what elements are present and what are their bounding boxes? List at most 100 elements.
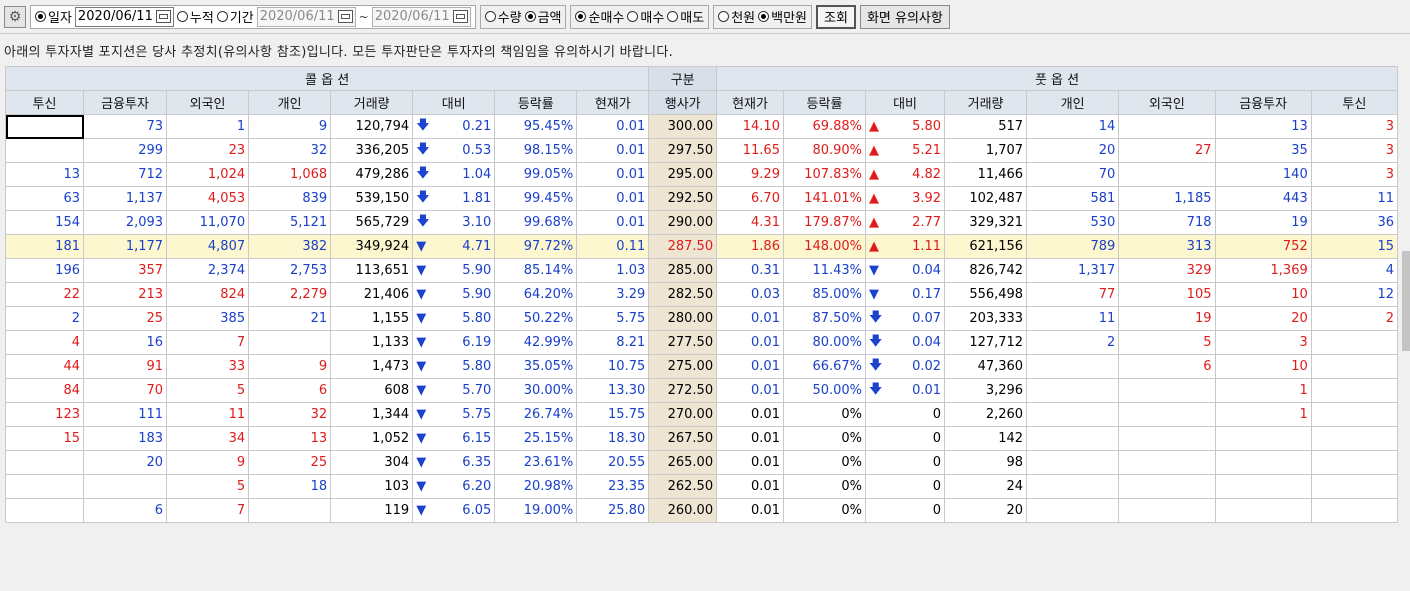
- call-change-cell[interactable]: ▼ 6.35: [412, 450, 496, 475]
- put-tu-cell[interactable]: 36: [1310, 210, 1399, 235]
- column-header[interactable]: 외국인: [166, 90, 250, 115]
- put-rate-cell[interactable]: 148.00%: [782, 234, 867, 259]
- call-ind-cell[interactable]: 32: [248, 138, 332, 163]
- call-fr-cell[interactable]: 1: [166, 114, 250, 139]
- call-gt-cell[interactable]: 16: [82, 330, 168, 355]
- put-volume-cell[interactable]: 20: [944, 498, 1028, 523]
- put-rate-cell[interactable]: 87.50%: [782, 306, 867, 331]
- table-row[interactable]: 73 1 9 120,794 🡇 0.21 95.45% 0.01 300.00 14.10 69.…: [5, 114, 1399, 139]
- radio-period[interactable]: 기간: [216, 7, 254, 26]
- put-gt-cell[interactable]: 20: [1214, 306, 1312, 331]
- put-price-cell[interactable]: 1.86: [716, 234, 784, 259]
- call-gt-cell[interactable]: 91: [82, 354, 168, 379]
- call-volume-cell[interactable]: 539,150: [330, 186, 414, 211]
- call-gt-cell[interactable]: 25: [82, 306, 168, 331]
- put-fr-cell[interactable]: 5: [1118, 330, 1216, 355]
- call-volume-cell[interactable]: 1,133: [330, 330, 414, 355]
- period-to-input[interactable]: 2020/06/11: [371, 6, 471, 27]
- table-row[interactable]: 2 25 385 21 1,155 ▼ 5.80 50.22% 5.75 280.00 0.01 87…: [5, 306, 1399, 331]
- call-tu-cell[interactable]: [5, 114, 84, 139]
- table-row[interactable]: 13 712 1,024 1,068 479,286 🡇 1.04 99.05% 0.01 295…: [5, 162, 1399, 187]
- put-change-cell[interactable]: ▲ 1.11: [865, 234, 946, 259]
- put-fr-cell[interactable]: [1118, 450, 1216, 475]
- call-change-cell[interactable]: ▼ 6.05: [412, 498, 496, 523]
- period-from-input[interactable]: 2020/06/11: [256, 6, 356, 27]
- call-tu-cell[interactable]: 22: [5, 282, 84, 307]
- put-gt-cell[interactable]: 443: [1214, 186, 1312, 211]
- put-gt-cell[interactable]: 1: [1214, 378, 1312, 403]
- put-tu-cell[interactable]: 15: [1310, 234, 1399, 259]
- put-ind-cell[interactable]: [1026, 474, 1120, 499]
- call-rate-cell[interactable]: 64.20%: [494, 282, 578, 307]
- put-fr-cell[interactable]: [1118, 378, 1216, 403]
- put-rate-cell[interactable]: 69.88%: [782, 114, 867, 139]
- column-header[interactable]: 대비: [865, 90, 946, 115]
- call-ind-cell[interactable]: 32: [248, 402, 332, 427]
- column-header[interactable]: 대비: [412, 90, 496, 115]
- put-volume-cell[interactable]: 47,360: [944, 354, 1028, 379]
- call-rate-cell[interactable]: 99.45%: [494, 186, 578, 211]
- gear-icon[interactable]: ⚙: [4, 5, 26, 28]
- call-change-cell[interactable]: ▼ 6.20: [412, 474, 496, 499]
- call-rate-cell[interactable]: 50.22%: [494, 306, 578, 331]
- call-tu-cell[interactable]: 4: [5, 330, 84, 355]
- table-row[interactable]: 4 16 7 1,133 ▼ 6.19 42.99% 8.21 277.50 0.01 80.00%…: [5, 330, 1399, 355]
- call-fr-cell[interactable]: 23: [166, 138, 250, 163]
- call-price-cell[interactable]: 0.01: [576, 138, 650, 163]
- table-row[interactable]: 181 1,177 4,807 382 349,924 ▼ 4.71 97.72% 0.11 28…: [5, 234, 1399, 259]
- call-ind-cell[interactable]: 382: [248, 234, 332, 259]
- call-volume-cell[interactable]: 304: [330, 450, 414, 475]
- strike-price-cell[interactable]: 300.00: [648, 114, 718, 139]
- put-rate-cell[interactable]: 80.90%: [782, 138, 867, 163]
- table-row[interactable]: 154 2,093 11,070 5,121 565,729 🡇 3.10 99.68% 0.0…: [5, 210, 1399, 235]
- put-volume-cell[interactable]: 2,260: [944, 402, 1028, 427]
- strike-price-cell[interactable]: 292.50: [648, 186, 718, 211]
- call-rate-cell[interactable]: 42.99%: [494, 330, 578, 355]
- call-change-cell[interactable]: ▼ 5.80: [412, 354, 496, 379]
- put-change-cell[interactable]: ▲ 3.92: [865, 186, 946, 211]
- call-gt-cell[interactable]: 111: [82, 402, 168, 427]
- call-ind-cell[interactable]: 9: [248, 114, 332, 139]
- call-volume-cell[interactable]: 1,155: [330, 306, 414, 331]
- call-ind-cell[interactable]: 6: [248, 378, 332, 403]
- table-row[interactable]: 84 70 5 6 608 ▼ 5.70 30.00% 13.30 272.50 0.01 50.00…: [5, 378, 1399, 403]
- table-row[interactable]: 123 111 11 32 1,344 ▼ 5.75 26.74% 15.75 270.00 0.0…: [5, 402, 1399, 427]
- put-fr-cell[interactable]: [1118, 474, 1216, 499]
- put-tu-cell[interactable]: 2: [1310, 306, 1399, 331]
- call-price-cell[interactable]: 0.01: [576, 210, 650, 235]
- call-volume-cell[interactable]: 565,729: [330, 210, 414, 235]
- radio-million-won[interactable]: 백만원: [758, 7, 807, 26]
- radio-net-buy[interactable]: 순매수: [575, 7, 624, 26]
- call-price-cell[interactable]: 15.75: [576, 402, 650, 427]
- put-volume-cell[interactable]: 826,742: [944, 258, 1028, 283]
- call-tu-cell[interactable]: 154: [5, 210, 84, 235]
- put-rate-cell[interactable]: 107.83%: [782, 162, 867, 187]
- call-fr-cell[interactable]: 5: [166, 474, 250, 499]
- call-change-cell[interactable]: 🡇 1.81: [412, 186, 496, 211]
- put-change-cell[interactable]: 0: [865, 498, 946, 523]
- call-tu-cell[interactable]: [5, 474, 84, 499]
- put-ind-cell[interactable]: 14: [1026, 114, 1120, 139]
- date-input[interactable]: 2020/06/11: [74, 6, 174, 27]
- put-ind-cell[interactable]: [1026, 402, 1120, 427]
- call-gt-cell[interactable]: 73: [82, 114, 168, 139]
- put-tu-cell[interactable]: [1310, 426, 1399, 451]
- call-fr-cell[interactable]: 11: [166, 402, 250, 427]
- column-header[interactable]: 개인: [248, 90, 332, 115]
- call-volume-cell[interactable]: 119: [330, 498, 414, 523]
- put-price-cell[interactable]: 0.01: [716, 498, 784, 523]
- call-gt-cell[interactable]: 6: [82, 498, 168, 523]
- put-change-cell[interactable]: ▼ 0.04: [865, 258, 946, 283]
- put-volume-cell[interactable]: 517: [944, 114, 1028, 139]
- call-price-cell[interactable]: 0.01: [576, 162, 650, 187]
- put-price-cell[interactable]: 14.10: [716, 114, 784, 139]
- radio-buy[interactable]: 매수: [627, 7, 664, 26]
- call-fr-cell[interactable]: 4,807: [166, 234, 250, 259]
- strike-price-cell[interactable]: 297.50: [648, 138, 718, 163]
- call-fr-cell[interactable]: 33: [166, 354, 250, 379]
- table-row[interactable]: 196 357 2,374 2,753 113,651 ▼ 5.90 85.14% 1.03 28…: [5, 258, 1399, 283]
- put-tu-cell[interactable]: 3: [1310, 138, 1399, 163]
- put-price-cell[interactable]: 6.70: [716, 186, 784, 211]
- column-header[interactable]: 금융투자: [1214, 90, 1312, 115]
- call-volume-cell[interactable]: 1,052: [330, 426, 414, 451]
